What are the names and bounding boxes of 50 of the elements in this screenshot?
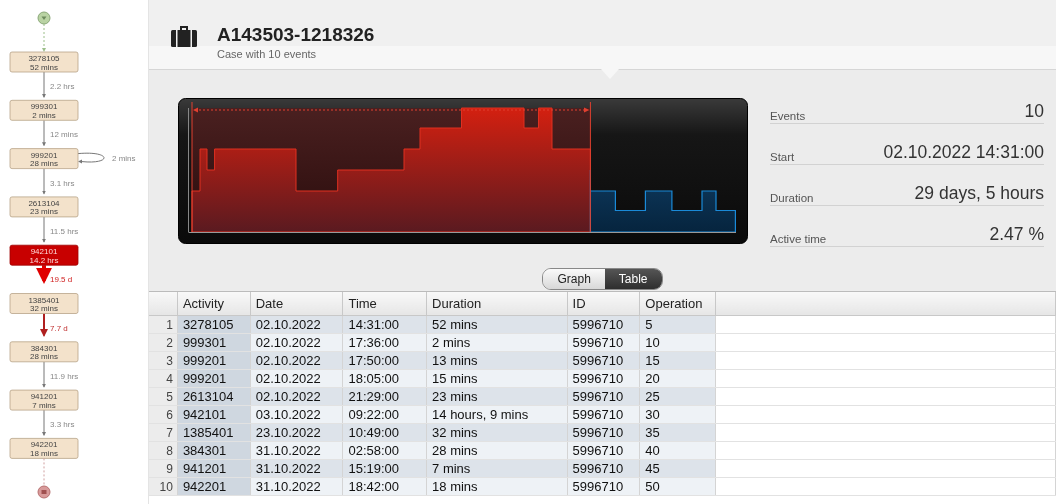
view-tab[interactable]: Graph bbox=[543, 269, 605, 289]
loop-arrow bbox=[77, 152, 105, 164]
stat-label: Events bbox=[770, 110, 806, 122]
flow-arrow bbox=[42, 168, 46, 195]
column-header[interactable]: Date bbox=[250, 292, 343, 316]
process-node[interactable]: 942101 14.2 hrs bbox=[9, 244, 79, 266]
case-title: A143503-1218326 bbox=[217, 24, 375, 46]
end-icon bbox=[37, 485, 51, 499]
process-node[interactable]: 999201 28 mins bbox=[9, 148, 79, 169]
flow-arrow bbox=[42, 119, 46, 147]
stat-label: Start bbox=[770, 151, 795, 163]
stat-value: 02.10.2022 14:31:00 bbox=[883, 142, 1044, 163]
process-node[interactable]: 1385401 32 mins bbox=[9, 293, 79, 314]
flow-arrow bbox=[42, 71, 46, 98]
edge-label: 2 mins bbox=[112, 153, 136, 163]
stat-label: Active time bbox=[770, 233, 827, 245]
process-node[interactable]: 999301 2 mins bbox=[9, 99, 79, 121]
edge-label: 7.7 d bbox=[50, 323, 68, 333]
view-tab[interactable]: Table bbox=[604, 269, 662, 289]
edge-label: 11.9 hrs bbox=[50, 371, 79, 381]
column-header[interactable]: Activity bbox=[177, 292, 251, 316]
process-node[interactable]: 942201 18 mins bbox=[9, 438, 79, 459]
column-header[interactable]: Duration bbox=[426, 292, 567, 316]
edge-label: 2.2 hrs bbox=[50, 82, 75, 92]
process-node[interactable]: 384301 28 mins bbox=[9, 341, 79, 363]
process-node[interactable]: 3278105 52 mins bbox=[9, 51, 79, 73]
dashed-arrow bbox=[42, 23, 46, 52]
flow-arrow bbox=[42, 216, 46, 243]
stat-value: 10 bbox=[1024, 101, 1044, 122]
flow-arrow bbox=[42, 361, 46, 388]
stat-value: 2.47 % bbox=[989, 224, 1044, 245]
column-header[interactable]: Operation bbox=[639, 292, 716, 316]
process-node[interactable]: 2613104 23 mins bbox=[9, 196, 79, 218]
start-icon bbox=[37, 11, 51, 25]
flow-arrow bbox=[42, 409, 46, 436]
flow-arrow bbox=[40, 312, 48, 337]
flow-arrow bbox=[36, 265, 52, 284]
process-node[interactable]: 941201 7 mins bbox=[9, 389, 79, 411]
edge-label: 3.1 hrs bbox=[50, 178, 75, 188]
column-header[interactable]: ID bbox=[567, 292, 640, 316]
case-subtitle: Case with 10 events bbox=[217, 48, 318, 60]
briefcase-icon bbox=[171, 25, 197, 47]
stat-value: 29 days, 5 hours bbox=[914, 183, 1044, 204]
edge-label: 12 mins bbox=[50, 130, 78, 140]
edge-label: 19.5 d bbox=[50, 275, 73, 285]
column-header[interactable]: Time bbox=[342, 292, 427, 316]
edge-label: 11.5 hrs bbox=[50, 227, 79, 237]
callout-pointer bbox=[601, 69, 619, 79]
stat-label: Duration bbox=[770, 192, 814, 204]
edge-label: 3.3 hrs bbox=[50, 420, 75, 430]
